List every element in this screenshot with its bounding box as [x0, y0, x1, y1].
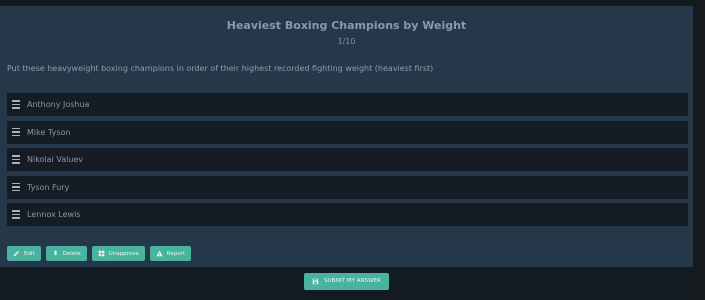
- submit-bar: SUBMIT MY ANSWER: [0, 267, 693, 295]
- item-label: Nikolai Valuev: [27, 155, 84, 164]
- admin-actions: Edit Delete Unapprove Report: [7, 246, 191, 261]
- delete-button[interactable]: Delete: [45, 246, 87, 261]
- grid-icon: [98, 250, 105, 257]
- item-label: Lennox Lewis: [27, 210, 81, 219]
- question-counter: 1/10: [337, 37, 356, 46]
- drag-handle-icon[interactable]: [12, 99, 20, 110]
- report-button-label: Report: [166, 250, 185, 257]
- submit-answer-label: SUBMIT MY ANSWER: [324, 278, 381, 284]
- drag-handle-icon[interactable]: [12, 209, 20, 220]
- sortable-item[interactable]: Nikolai Valuev: [7, 148, 688, 171]
- edit-button[interactable]: Edit: [7, 246, 41, 261]
- item-label: Anthony Joshua: [27, 100, 90, 109]
- unapprove-button[interactable]: Unapprove: [91, 246, 145, 261]
- item-label: Tyson Fury: [27, 182, 70, 192]
- sortable-item[interactable]: Lennox Lewis: [7, 203, 688, 226]
- sortable-item[interactable]: Anthony Joshua: [7, 93, 688, 116]
- drag-handle-icon[interactable]: [12, 127, 20, 138]
- quiz-title: Heaviest Boxing Champions by Weight: [226, 19, 467, 32]
- drag-handle-icon[interactable]: [12, 154, 20, 165]
- sortable-list: Anthony Joshua Mike Tyson Nikolai Valuev…: [7, 93, 688, 231]
- delete-button-label: Delete: [62, 250, 81, 257]
- sortable-item[interactable]: Tyson Fury: [7, 175, 688, 199]
- item-label: Mike Tyson: [27, 127, 71, 137]
- quiz-card: Heaviest Boxing Champions by Weight 1/10…: [0, 6, 693, 295]
- unapprove-button-label: Unapprove: [108, 250, 139, 257]
- warning-icon: [156, 250, 163, 257]
- submit-answer-button[interactable]: SUBMIT MY ANSWER: [304, 272, 389, 290]
- thumbtack-icon: [53, 250, 58, 257]
- edit-button-label: Edit: [24, 250, 35, 257]
- sortable-item[interactable]: Mike Tyson: [7, 120, 688, 144]
- report-button[interactable]: Report: [149, 246, 191, 261]
- drag-handle-icon[interactable]: [12, 182, 20, 193]
- question-text: Put these heavyweight boxing champions i…: [7, 64, 434, 73]
- pencil-icon: [13, 251, 19, 257]
- floppy-disk-icon: [312, 278, 319, 284]
